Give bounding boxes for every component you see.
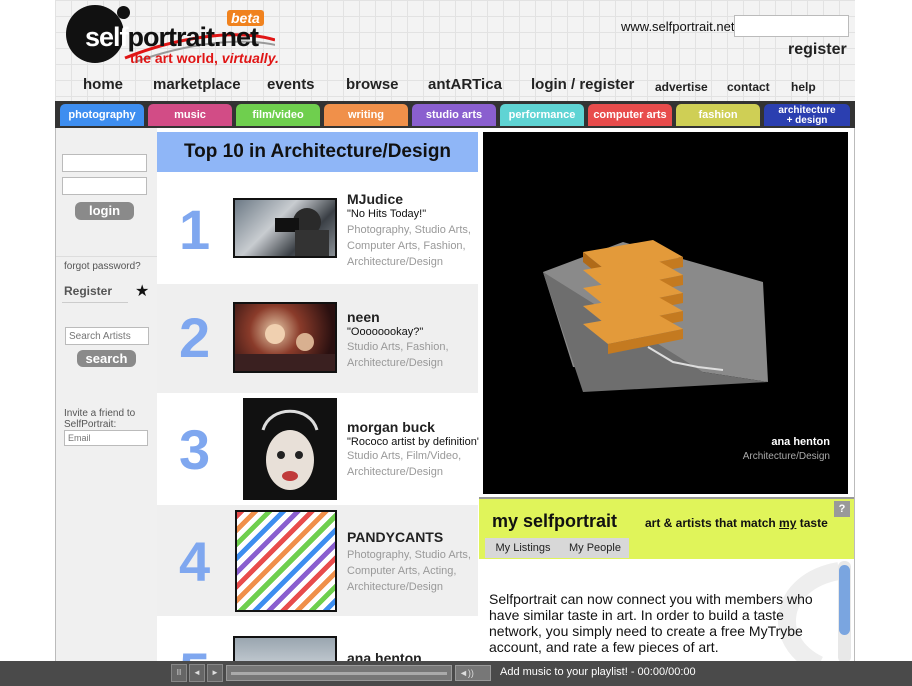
- featured-artist-name[interactable]: ana henton: [771, 436, 830, 448]
- artist-categories: Photography, Studio Arts, Computer Arts, …: [347, 224, 471, 268]
- artist-thumbnail[interactable]: [233, 198, 337, 258]
- featured-artwork[interactable]: ana henton Architecture/Design: [479, 129, 854, 497]
- music-player-bar: II ◄ ► ◄)) Add music to your playlist! -…: [0, 661, 912, 686]
- main-nav: home marketplace events browse antARTica…: [55, 76, 855, 98]
- invite-label-line2: SelfPortrait:: [64, 419, 117, 430]
- search-button[interactable]: search: [77, 350, 136, 367]
- rank-number: 2: [179, 306, 211, 369]
- player-status-text: Add music to your playlist! - 00:00/00:0…: [500, 666, 696, 678]
- top10-panel: Top 10 in Architecture/Design 1 MJudice …: [157, 128, 481, 663]
- my-selfportrait-panel: my selfportrait art & artists that match…: [479, 497, 854, 665]
- logo-self: self: [85, 22, 129, 52]
- next-track-icon[interactable]: ►: [207, 664, 223, 682]
- nav-login-register[interactable]: login / register: [531, 76, 634, 93]
- scrollbar-thumb[interactable]: [839, 565, 850, 635]
- nav-help[interactable]: help: [791, 80, 816, 94]
- volume-icon[interactable]: ◄)): [455, 665, 491, 681]
- artist-name[interactable]: morgan buck: [347, 419, 435, 435]
- artist-name[interactable]: MJudice: [347, 191, 403, 207]
- cat-computer-arts[interactable]: computer arts: [588, 104, 672, 126]
- url-label: www.selfportrait.net/: [621, 19, 739, 34]
- featured-artist-category: Architecture/Design: [742, 451, 830, 462]
- tagline: the art world, virtually.: [130, 50, 279, 66]
- party-image: [235, 324, 335, 371]
- artist-thumbnail[interactable]: [235, 510, 337, 612]
- cat-studio-arts[interactable]: studio arts: [412, 104, 496, 126]
- my-selfportrait-subtitle: art & artists that match my taste: [645, 516, 828, 530]
- top10-entry[interactable]: 2 neen "Oooooookay?" Studio Arts, Fashio…: [157, 284, 478, 393]
- top10-entry[interactable]: 3 morgan buck "Rococo artist by definiti…: [157, 393, 481, 505]
- my-selfportrait-description: Selfportrait can now connect you with me…: [489, 591, 813, 655]
- nav-advertise[interactable]: advertise: [655, 80, 708, 94]
- help-icon[interactable]: ?: [834, 501, 850, 517]
- nav-contact[interactable]: contact: [727, 80, 770, 94]
- nav-browse[interactable]: browse: [346, 76, 399, 93]
- cat-writing[interactable]: writing: [324, 104, 408, 126]
- artist-categories: Studio Arts, Fashion, Architecture/Design: [347, 341, 449, 369]
- previous-track-icon[interactable]: ◄: [189, 664, 205, 682]
- artist-name[interactable]: PANDYCANTS: [347, 529, 443, 545]
- rank-number: 4: [179, 530, 211, 593]
- rank-number: 5: [179, 640, 210, 663]
- top10-entry[interactable]: 4 PANDYCANTS Photography, Studio Arts, Co…: [157, 505, 478, 616]
- nav-marketplace[interactable]: marketplace: [153, 76, 241, 93]
- artist-name[interactable]: neen: [347, 309, 380, 325]
- artist-categories: Studio Arts, Film/Video, Architecture/Des…: [347, 450, 462, 478]
- register-link[interactable]: register: [788, 41, 847, 59]
- logo-rest: portrait.net: [127, 22, 260, 52]
- artist-thumbnail[interactable]: [233, 636, 337, 663]
- cat-film-video[interactable]: film/video: [236, 104, 320, 126]
- rank-number: 1: [179, 198, 211, 261]
- artist-quote: "Oooooookay?": [347, 326, 424, 338]
- artist-thumbnail[interactable]: [233, 302, 337, 373]
- portrait-image: [261, 409, 319, 490]
- cat-performance[interactable]: performance: [500, 104, 584, 126]
- invite-email-input[interactable]: [64, 430, 148, 446]
- password-field[interactable]: [62, 177, 147, 195]
- my-selfportrait-header: my selfportrait art & artists that match…: [479, 499, 854, 559]
- tab-my-listings[interactable]: My Listings: [485, 538, 561, 558]
- featured-image-frame: ana henton Architecture/Design: [483, 132, 848, 494]
- artist-thumbnail[interactable]: [243, 398, 337, 500]
- top10-title: Top 10 in Architecture/Design: [157, 132, 478, 172]
- forgot-password-link[interactable]: forgot password?: [64, 261, 141, 272]
- cat-arch-line2: + design: [786, 115, 828, 126]
- artist-categories: Photography, Studio Arts, Computer Arts, …: [347, 549, 471, 593]
- top10-entry[interactable]: 5 ana henton: [157, 616, 478, 663]
- site-logo[interactable]: selfportrait.net: [85, 22, 260, 53]
- cat-music[interactable]: music: [148, 104, 232, 126]
- left-sidebar: login forgot password? Register ★ search…: [56, 128, 157, 663]
- panel-scrollbar[interactable]: [838, 561, 851, 663]
- photographer-image: [275, 208, 329, 256]
- track-progress-slider[interactable]: [226, 665, 452, 681]
- artist-quote: "Rococo artist by definition": [347, 436, 481, 448]
- invite-label-line1: Invite a friend to: [64, 408, 136, 419]
- artist-quote: "No Hits Today!": [347, 208, 427, 220]
- top10-entry[interactable]: 1 MJudice "No Hits Today!" Photography, …: [157, 172, 478, 284]
- category-bar: photography music film/video writing stu…: [55, 101, 855, 128]
- cat-architecture-design[interactable]: architecture + design: [764, 104, 850, 126]
- tagline-emphasis: virtually.: [221, 50, 279, 66]
- logo-dot: [117, 6, 130, 19]
- nav-events[interactable]: events: [267, 76, 315, 93]
- beta-badge: beta: [227, 10, 264, 26]
- nav-antartica[interactable]: antARTica: [428, 76, 502, 93]
- nav-home[interactable]: home: [83, 76, 123, 93]
- register-link-sidebar[interactable]: Register: [64, 284, 112, 298]
- search-artists-input[interactable]: [65, 327, 149, 345]
- cat-fashion[interactable]: fashion: [676, 104, 760, 126]
- username-field[interactable]: [62, 154, 147, 172]
- pause-icon[interactable]: II: [171, 664, 187, 682]
- tagline-main: the art world,: [130, 50, 222, 66]
- my-selfportrait-title: my selfportrait: [492, 511, 618, 531]
- cat-photography[interactable]: photography: [60, 104, 144, 126]
- star-icon: ★: [135, 283, 150, 300]
- username-url-input[interactable]: [734, 15, 849, 37]
- tab-my-people[interactable]: My People: [561, 538, 629, 558]
- login-button[interactable]: login: [75, 202, 134, 220]
- rank-number: 3: [179, 418, 211, 481]
